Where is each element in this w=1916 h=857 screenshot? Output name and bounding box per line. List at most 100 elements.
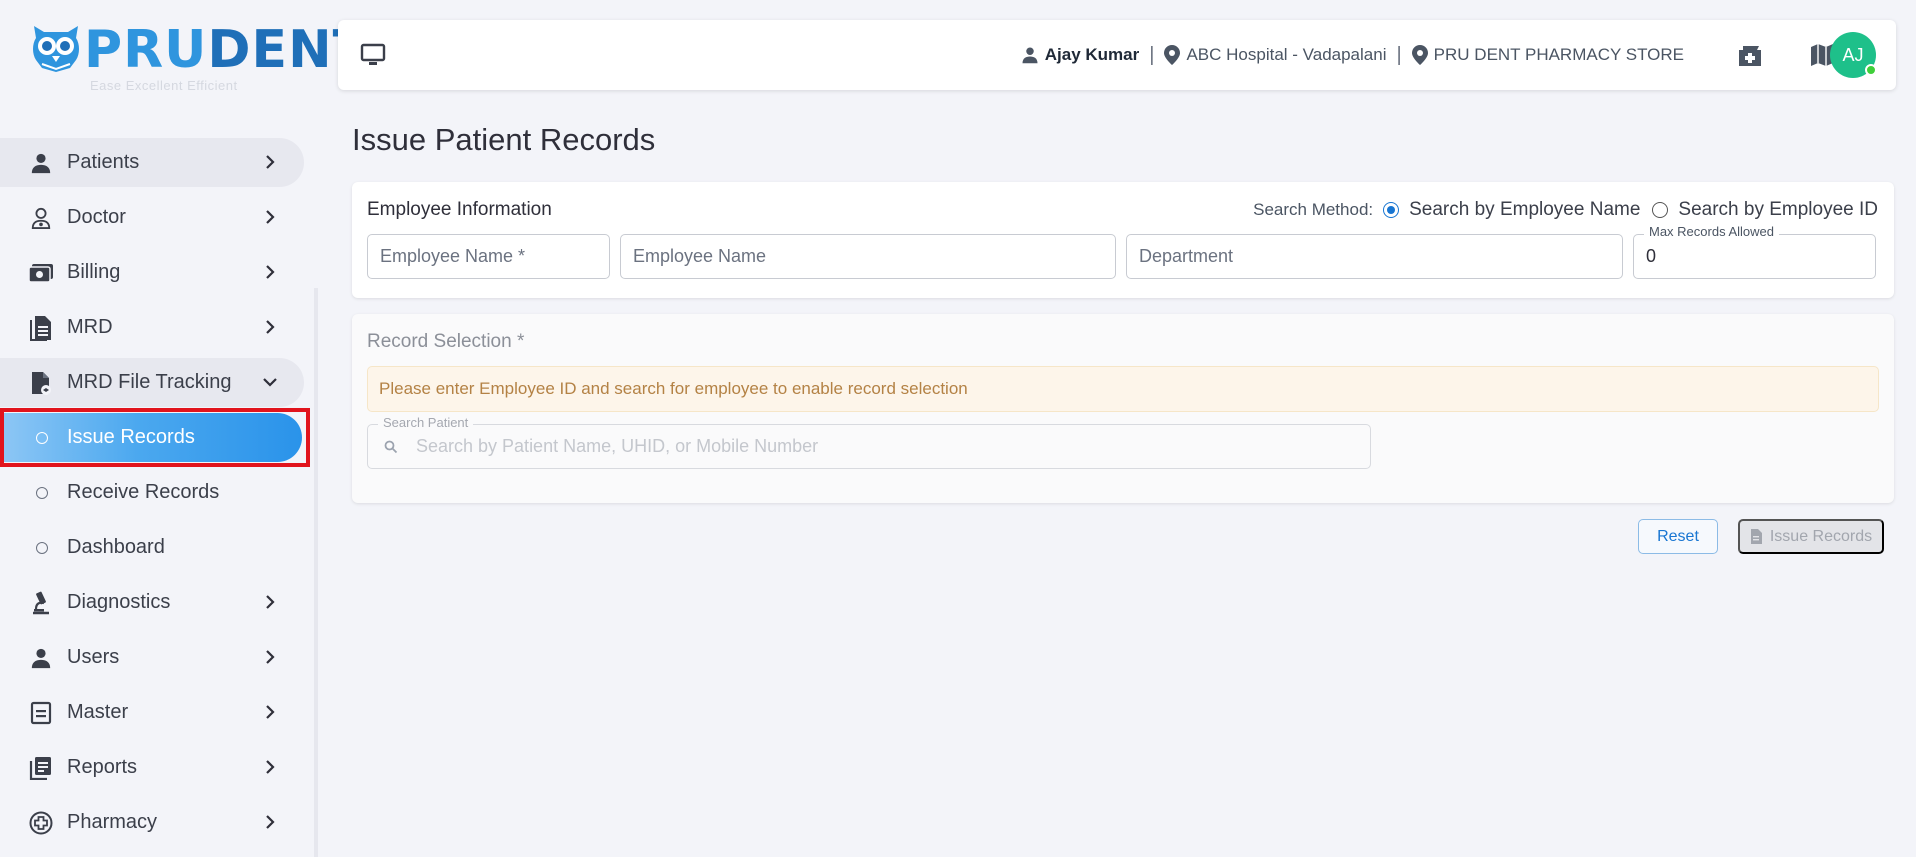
max-records-label: Max Records Allowed <box>1644 224 1779 239</box>
user-icon <box>1021 46 1039 64</box>
sidebar-item-label: Pharmacy <box>67 811 158 833</box>
record-selection-card: Record Selection * Please enter Employee… <box>352 314 1894 503</box>
master-icon <box>28 700 54 726</box>
sidebar-nav: Patients Doctor Billing MRD MRD File Tra… <box>0 138 318 853</box>
radio-search-by-name[interactable]: Search by Employee Name <box>1383 199 1640 221</box>
record-section-title: Record Selection * <box>367 331 525 352</box>
circle-bullet-icon <box>36 486 48 499</box>
sidebar-item-label: MRD <box>67 316 113 338</box>
avatar[interactable]: AJ <box>1830 32 1877 78</box>
sidebar-item-users[interactable]: Users <box>0 633 304 682</box>
chevron-right-icon <box>266 265 275 279</box>
sidebar-item-billing[interactable]: Billing <box>0 248 304 297</box>
sidebar-subitem-label: Issue Records <box>67 426 195 448</box>
max-records-field[interactable]: Max Records Allowed 0 <box>1633 224 1876 279</box>
patient-search-field[interactable]: Search Patient <box>367 415 1371 469</box>
reports-icon <box>28 755 54 781</box>
sidebar-item-label: Users <box>67 646 120 668</box>
sidebar-item-diagnostics[interactable]: Diagnostics <box>0 578 304 627</box>
owl-logo-icon <box>33 26 79 72</box>
department-field[interactable] <box>1126 234 1623 279</box>
sidebar-item-mrd[interactable]: MRD <box>0 303 304 352</box>
online-status-dot <box>1865 64 1877 76</box>
sidebar-item-pharmacy[interactable]: Pharmacy <box>0 798 304 847</box>
sidebar-subitem-label: Receive Records <box>67 481 220 503</box>
sidebar-item-master[interactable]: Master <box>0 688 304 737</box>
issue-records-label: Issue Records <box>1769 527 1873 545</box>
max-records-value[interactable]: 0 <box>1646 246 1656 267</box>
current-store: PRU DENT PHARMACY STORE <box>1433 45 1684 64</box>
avatar-initials: AJ <box>1842 44 1864 65</box>
document-icon <box>28 315 54 341</box>
search-icon <box>384 440 398 453</box>
chevron-right-icon <box>266 595 275 609</box>
pharmacy-store-icon[interactable] <box>1736 41 1764 69</box>
top-bar: Ajay Kumar | ABC Hospital - Vadapalani |… <box>338 20 1896 90</box>
sidebar-item-label: Doctor <box>67 206 126 228</box>
patient-search-label: Search Patient <box>378 415 474 430</box>
sidebar-item-label: MRD File Tracking <box>67 371 232 393</box>
search-method-label: Search Method: <box>1253 200 1374 219</box>
reset-button[interactable]: Reset <box>1638 519 1718 554</box>
sidebar-item-mrd-file-tracking[interactable]: MRD File Tracking <box>0 358 304 407</box>
monitor-icon[interactable] <box>360 43 386 72</box>
chevron-right-icon <box>266 650 275 664</box>
chevron-right-icon <box>266 155 275 169</box>
brand-tagline: Ease Excellent Efficient <box>90 78 238 93</box>
person-icon <box>28 150 54 176</box>
employee-name-field[interactable] <box>620 234 1116 279</box>
separator: | <box>1149 43 1155 66</box>
radio-checked-icon[interactable] <box>1383 202 1400 218</box>
sidebar-subitem-dashboard[interactable]: Dashboard <box>0 523 304 572</box>
chevron-right-icon <box>266 210 275 224</box>
sidebar-item-label: Master <box>67 701 129 723</box>
employee-name-input[interactable] <box>633 246 1115 267</box>
chevron-right-icon <box>266 815 275 829</box>
circle-bullet-icon <box>36 431 48 444</box>
department-input[interactable] <box>1139 246 1622 267</box>
sidebar-item-label: Patients <box>67 151 140 173</box>
current-location: ABC Hospital - Vadapalani <box>1186 45 1387 64</box>
document-icon <box>1750 529 1762 544</box>
radio-label: Search by Employee ID <box>1678 199 1878 220</box>
file-tracking-icon <box>28 370 54 396</box>
location-pin-icon <box>1411 45 1428 65</box>
chevron-right-icon <box>266 760 275 774</box>
employee-name-search-input[interactable] <box>380 246 609 267</box>
search-method-group: Search Method: Search by Employee Name S… <box>1253 199 1878 221</box>
sidebar-item-label: Billing <box>67 261 121 283</box>
employee-name-search-field[interactable] <box>367 234 610 279</box>
issue-records-button[interactable]: Issue Records <box>1738 519 1884 554</box>
separator: | <box>1396 43 1402 66</box>
radio-label: Search by Employee Name <box>1409 199 1641 220</box>
doctor-icon <box>28 205 54 231</box>
chevron-right-icon <box>266 320 275 334</box>
sidebar: PRUDENT Ease Excellent Efficient Patient… <box>0 0 396 857</box>
sidebar-subitem-label: Dashboard <box>67 536 165 558</box>
sidebar-item-reports[interactable]: Reports <box>0 743 304 792</box>
sidebar-subitem-issue-records[interactable]: Issue Records <box>0 408 310 467</box>
current-user-name: Ajay Kumar <box>1044 45 1140 64</box>
sidebar-subitem-receive-records[interactable]: Receive Records <box>0 468 304 517</box>
employee-section-title: Employee Information <box>367 199 552 220</box>
location-pin-icon <box>1164 45 1181 65</box>
radio-search-by-id[interactable]: Search by Employee ID <box>1652 199 1878 221</box>
sidebar-item-patients[interactable]: Patients <box>0 138 304 187</box>
employee-information-card: Employee Information Search Method: Sear… <box>352 182 1894 298</box>
chevron-right-icon <box>266 705 275 719</box>
session-info: Ajay Kumar | ABC Hospital - Vadapalani |… <box>1021 20 1684 90</box>
circle-bullet-icon <box>36 541 48 554</box>
pharmacy-icon <box>28 810 54 836</box>
sidebar-item-label: Diagnostics <box>67 591 171 613</box>
sidebar-item-doctor[interactable]: Doctor <box>0 193 304 242</box>
sidebar-item-label: Reports <box>67 756 138 778</box>
radio-unchecked-icon[interactable] <box>1652 202 1669 218</box>
person-icon <box>28 645 54 671</box>
chevron-down-icon <box>263 378 277 387</box>
patient-search-input[interactable] <box>416 436 1316 457</box>
billing-icon <box>28 260 54 286</box>
brand-name: PRUDENT <box>84 20 370 80</box>
page-title: Issue Patient Records <box>352 122 656 157</box>
warning-alert: Please enter Employee ID and search for … <box>367 366 1879 412</box>
microscope-icon <box>28 590 54 616</box>
